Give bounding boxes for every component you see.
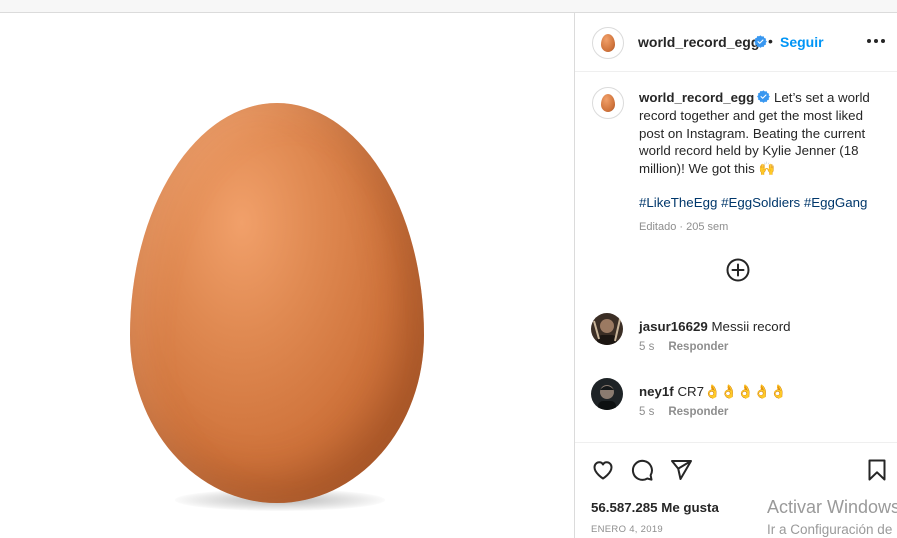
comment-bubble-icon[interactable] — [630, 458, 654, 482]
plus-circle-icon[interactable] — [726, 258, 750, 282]
caption-avatar[interactable] — [592, 87, 624, 119]
verified-badge-icon — [754, 35, 767, 48]
header-separator: • — [768, 33, 773, 49]
hashtag-link[interactable]: #EggGang — [804, 195, 868, 210]
commenter-avatar[interactable] — [591, 313, 623, 345]
comment-text: ney1f CR7👌👌👌👌👌 — [639, 384, 787, 400]
caption-username[interactable]: world_record_egg — [639, 90, 754, 105]
heart-icon[interactable] — [591, 458, 615, 482]
actions-divider — [575, 442, 897, 443]
hashtag-link[interactable]: #LikeTheEgg — [639, 195, 717, 210]
follow-button[interactable]: Seguir — [780, 34, 824, 50]
comment-item: jasur16629 Messii record 5 s Responder — [575, 313, 897, 369]
comment-time: 5 s — [639, 406, 655, 418]
author-avatar[interactable] — [592, 27, 624, 59]
more-options-icon[interactable] — [865, 33, 887, 49]
comment-meta: 5 s Responder — [639, 406, 728, 418]
post-image[interactable] — [0, 13, 574, 538]
hashtag-list: #LikeTheEgg #EggSoldiers #EggGang — [639, 195, 867, 210]
comment-username[interactable]: jasur16629 — [639, 319, 708, 334]
watermark-line-1: Activar Windows — [767, 497, 897, 517]
browser-top-strip — [0, 0, 897, 13]
comment-time: 5 s — [639, 341, 655, 353]
edited-timestamp: Editado · 205 sem — [639, 221, 729, 233]
hashtag-link[interactable]: #EggSoldiers — [721, 195, 800, 210]
reply-button[interactable]: Responder — [668, 341, 728, 353]
paper-plane-icon[interactable] — [669, 458, 693, 482]
commenter-avatar[interactable] — [591, 378, 623, 410]
comment-username[interactable]: ney1f — [639, 384, 674, 399]
comment-body: CR7👌👌👌👌👌 — [677, 384, 787, 399]
caption-text: world_record_egg Let’s set a world recor… — [639, 89, 885, 178]
likes-count[interactable]: 56.587.285 Me gusta — [591, 500, 719, 515]
comment-text: jasur16629 Messii record — [639, 319, 791, 334]
post-side-panel: world_record_egg • Seguir world_record_e… — [575, 13, 897, 538]
post-date: ENERO 4, 2019 — [591, 524, 664, 535]
author-username[interactable]: world_record_egg — [638, 34, 759, 50]
comment-meta: 5 s Responder — [639, 341, 728, 353]
verified-badge-icon — [757, 90, 771, 103]
comment-item: ney1f CR7👌👌👌👌👌 5 s Responder — [575, 378, 897, 434]
comment-body: Messii record — [711, 319, 791, 334]
reply-button[interactable]: Responder — [668, 406, 728, 418]
windows-activation-watermark: Activar Windows Ir a Configuración de — [767, 497, 897, 537]
bookmark-icon[interactable] — [865, 458, 889, 482]
post-header: world_record_egg • Seguir — [575, 13, 897, 72]
watermark-line-2: Ir a Configuración de — [767, 522, 893, 537]
egg-photo — [130, 103, 424, 503]
